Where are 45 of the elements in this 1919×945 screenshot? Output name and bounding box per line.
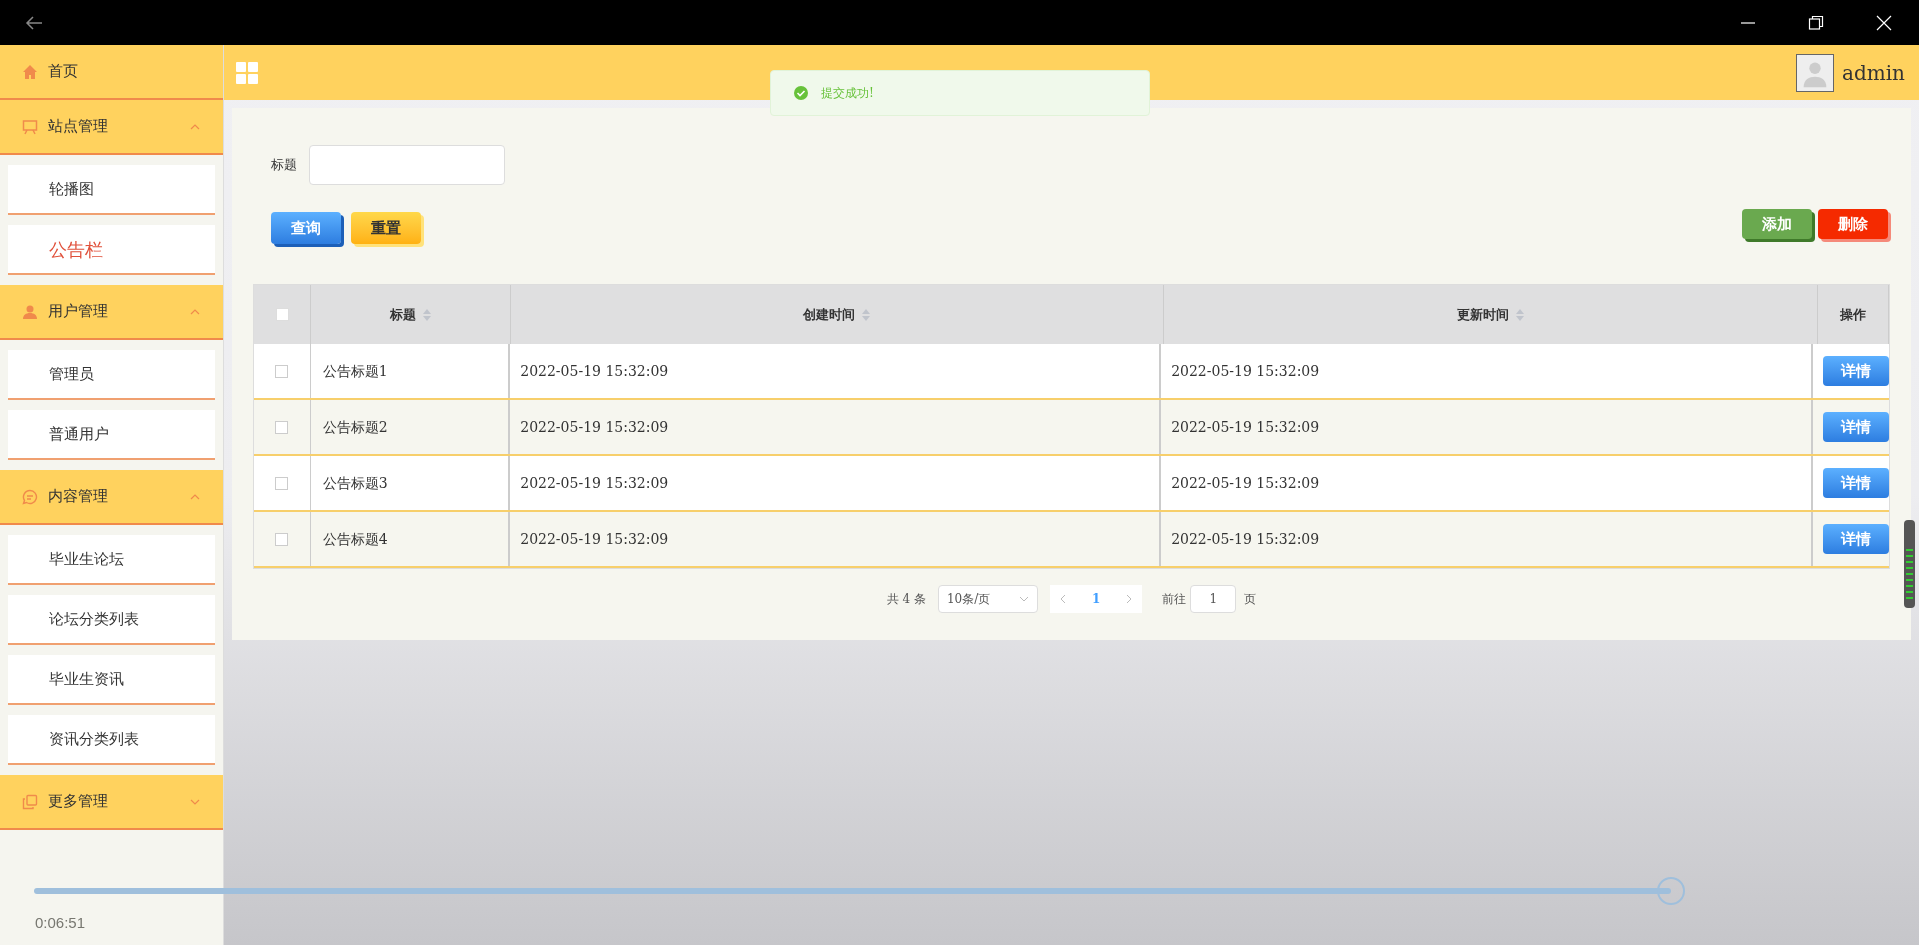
table-cell-text: 公告标题3 <box>322 473 388 493</box>
table-cell-text: 2022-05-19 15:32:09 <box>1171 361 1320 381</box>
page-unit: 页 <box>1244 591 1257 608</box>
table-cell-text: 2022-05-19 15:32:09 <box>520 361 669 381</box>
table-cell-text: 2022-05-19 15:32:09 <box>520 473 669 493</box>
table-cell-text: 2022-05-19 15:32:09 <box>520 529 669 549</box>
group-label: 更多管理 <box>48 791 109 813</box>
sidebar-item[interactable]: 毕业生论坛 <box>8 535 215 585</box>
search-label: 标题 <box>271 156 297 175</box>
sidebar-item[interactable]: 轮播图 <box>8 165 215 215</box>
sidebar-item[interactable]: 论坛分类列表 <box>8 595 215 645</box>
column-label: 操作 <box>1840 305 1866 324</box>
toast-message: 提交成功! <box>821 85 874 102</box>
column-label: 标题 <box>389 305 416 324</box>
group-label: 首页 <box>48 61 79 83</box>
sidebar-group[interactable]: 站点管理 <box>0 100 223 155</box>
sidebar-group[interactable]: 首页 <box>0 45 223 100</box>
sidebar-group[interactable]: 更多管理 <box>0 775 223 830</box>
column-label: 创建时间 <box>803 305 855 324</box>
table-cell-text: 公告标题2 <box>322 417 388 437</box>
group-label: 站点管理 <box>48 116 109 138</box>
sidebar-item[interactable]: 资讯分类列表 <box>8 715 215 765</box>
sidebar-item[interactable]: 毕业生资讯 <box>8 655 215 705</box>
username: admin <box>1842 59 1905 87</box>
column-label: 更新时间 <box>1456 305 1509 324</box>
goto-label: 前往 <box>1162 591 1187 608</box>
sidebar-item[interactable]: 普通用户 <box>8 410 215 460</box>
delete-button[interactable]: 删除 <box>1818 209 1888 239</box>
total-count: 共 4 条 <box>886 591 926 608</box>
sidebar-group[interactable]: 内容管理 <box>0 470 223 525</box>
table-cell-text: 公告标题1 <box>322 361 388 381</box>
table-cell-text: 2022-05-19 15:32:09 <box>520 417 669 437</box>
page-input[interactable]: 1 <box>1190 585 1237 613</box>
sidebar-item[interactable]: 管理员 <box>8 350 215 400</box>
playback-time: 0:06:51 <box>35 913 86 933</box>
sidebar-group[interactable]: 用户管理 <box>0 285 223 340</box>
table-cell-text: 2022-05-19 15:32:09 <box>1171 529 1320 549</box>
sidebar-item[interactable]: 公告栏 <box>8 225 215 275</box>
table-cell-text: 2022-05-19 15:32:09 <box>1171 473 1320 493</box>
page-size-select[interactable]: 10条/页 <box>937 585 1038 613</box>
table-cell-text: 2022-05-19 15:32:09 <box>1171 417 1320 437</box>
table-cell-text: 公告标题4 <box>322 529 388 549</box>
group-label: 用户管理 <box>48 301 109 323</box>
reset-button[interactable]: 重置 <box>351 212 421 244</box>
group-label: 内容管理 <box>48 486 109 508</box>
